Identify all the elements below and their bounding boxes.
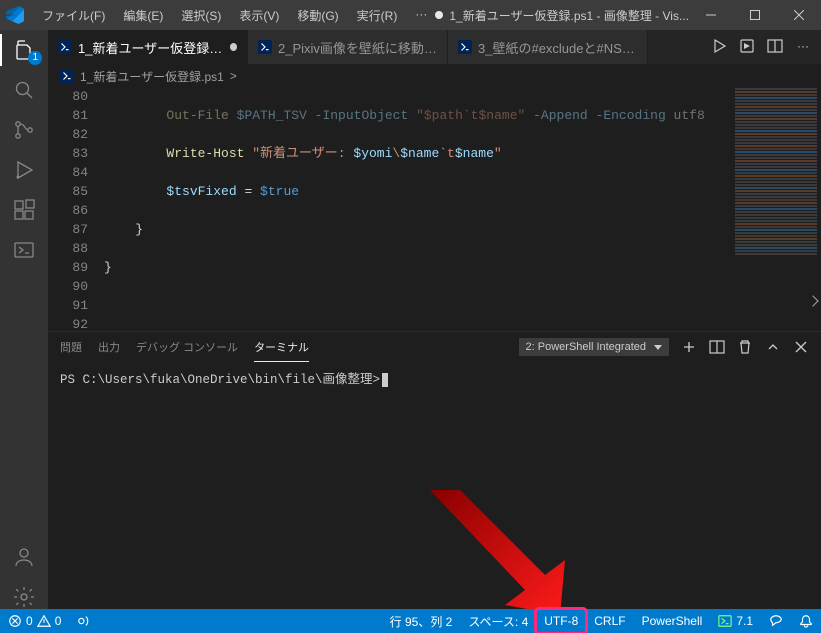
menu-run[interactable]: 実行(R): [349, 3, 406, 28]
code-content[interactable]: Out-File $PATH_TSV -InputObject "$path`t…: [104, 87, 731, 331]
panel-tabs: 問題 出力 デバッグ コンソール ターミナル 2: PowerShell Int…: [48, 332, 821, 362]
explorer-badge: 1: [28, 51, 42, 65]
status-bar: 0 0 行 95、列 2 スペース: 4 UTF-8 CRLF PowerShe…: [0, 609, 821, 633]
status-eol[interactable]: CRLF: [586, 609, 633, 633]
status-language[interactable]: PowerShell: [634, 609, 711, 633]
account-icon[interactable]: [12, 545, 36, 569]
terminal-prompt: PS C:\Users\fuka\OneDrive\bin\file\画像整理>: [60, 373, 380, 387]
terminal-selector-label: 2: PowerShell Integrated: [526, 341, 646, 353]
menu-bar: ファイル(F) 編集(E) 選択(S) 表示(V) 移動(G) 実行(R) ··…: [34, 3, 435, 28]
terminal-selector[interactable]: 2: PowerShell Integrated: [519, 338, 669, 356]
scroll-indicator-icon: [809, 297, 819, 307]
chevron-down-icon: [654, 345, 662, 350]
tab-label: 2_Pixiv画像を壁紙に移動.ps1: [278, 38, 437, 57]
breadcrumb[interactable]: 1_新着ユーザー仮登録.ps1 >: [48, 65, 821, 87]
status-ports[interactable]: [69, 609, 99, 633]
status-powershell-version[interactable]: 7.1: [710, 609, 761, 633]
tab-file-3[interactable]: 3_壁紙の#excludeと#NSFWをIma: [448, 30, 648, 64]
tab-label: 1_新着ユーザー仮登録.ps1: [78, 38, 224, 57]
panel-tab-output[interactable]: 出力: [98, 333, 120, 361]
activity-bar: 1: [0, 30, 48, 609]
new-terminal-icon[interactable]: [681, 339, 697, 355]
tab-label: 3_壁紙の#excludeと#NSFWをIma: [478, 38, 637, 57]
split-editor-icon[interactable]: [767, 38, 783, 57]
status-errors[interactable]: 0 0: [0, 609, 69, 633]
window-controls: [689, 0, 821, 30]
debug-file-icon[interactable]: [739, 38, 755, 57]
menu-selection[interactable]: 選択(S): [173, 3, 229, 28]
window-title-text: 1_新着ユーザー仮登録.ps1 - 画像整理 - Vis...: [449, 7, 689, 24]
window-title: 1_新着ユーザー仮登録.ps1 - 画像整理 - Vis...: [435, 7, 689, 24]
status-encoding[interactable]: UTF-8: [536, 609, 586, 633]
settings-gear-icon[interactable]: [12, 585, 36, 609]
search-icon[interactable]: [12, 78, 36, 102]
terminal-content[interactable]: PS C:\Users\fuka\OneDrive\bin\file\画像整理>: [48, 362, 821, 609]
powershell-file-icon: [458, 40, 472, 54]
terminal-cursor-icon: [382, 373, 388, 387]
panel-tab-problems[interactable]: 問題: [60, 333, 82, 361]
run-file-icon[interactable]: [711, 38, 727, 57]
status-bell-icon[interactable]: [791, 609, 821, 633]
menu-overflow-icon[interactable]: ···: [407, 3, 435, 28]
powershell-file-icon: [58, 40, 72, 54]
panel-tab-debug[interactable]: デバッグ コンソール: [136, 333, 238, 361]
panel-maximize-icon[interactable]: [765, 339, 781, 355]
maximize-button[interactable]: [733, 0, 777, 30]
line-number-gutter: 80 81 82 83 84 85 86 87 88 89 90 91 92: [48, 87, 104, 331]
title-bar: ファイル(F) 編集(E) 選択(S) 表示(V) 移動(G) 実行(R) ··…: [0, 0, 821, 30]
explorer-icon[interactable]: 1: [12, 38, 36, 62]
panel-close-icon[interactable]: [793, 339, 809, 355]
editor-overflow-icon[interactable]: ···: [795, 39, 811, 55]
kill-terminal-icon[interactable]: [737, 339, 753, 355]
split-terminal-icon[interactable]: [709, 339, 725, 355]
powershell-file-icon: [60, 69, 74, 83]
tab-file-2[interactable]: 2_Pixiv画像を壁紙に移動.ps1: [248, 30, 448, 64]
menu-view[interactable]: 表示(V): [231, 3, 287, 28]
dirty-indicator-icon: [435, 11, 443, 19]
minimap[interactable]: [731, 87, 821, 331]
code-editor[interactable]: 80 81 82 83 84 85 86 87 88 89 90 91 92 O…: [48, 87, 821, 331]
powershell-ext-icon[interactable]: [12, 238, 36, 262]
editor-tabs: 1_新着ユーザー仮登録.ps1 2_Pixiv画像を壁紙に移動.ps1 3_壁紙…: [48, 30, 821, 65]
status-cursor[interactable]: 行 95、列 2: [382, 609, 461, 633]
dirty-dot-icon: [230, 43, 237, 51]
status-feedback-icon[interactable]: [761, 609, 791, 633]
menu-file[interactable]: ファイル(F): [34, 3, 113, 28]
tab-file-1[interactable]: 1_新着ユーザー仮登録.ps1: [48, 30, 248, 64]
breadcrumb-sep-icon: >: [230, 69, 237, 83]
menu-go[interactable]: 移動(G): [289, 3, 346, 28]
panel-tab-terminal[interactable]: ターミナル: [254, 333, 309, 362]
extensions-icon[interactable]: [12, 198, 36, 222]
close-button[interactable]: [777, 0, 821, 30]
editor-actions: ···: [701, 30, 821, 64]
status-indent[interactable]: スペース: 4: [460, 609, 536, 633]
vscode-logo-icon: [6, 6, 24, 24]
bottom-panel: 問題 出力 デバッグ コンソール ターミナル 2: PowerShell Int…: [48, 331, 821, 609]
powershell-file-icon: [258, 40, 272, 54]
run-debug-icon[interactable]: [12, 158, 36, 182]
source-control-icon[interactable]: [12, 118, 36, 142]
breadcrumb-file: 1_新着ユーザー仮登録.ps1: [80, 68, 224, 85]
menu-edit[interactable]: 編集(E): [115, 3, 171, 28]
minimize-button[interactable]: [689, 0, 733, 30]
